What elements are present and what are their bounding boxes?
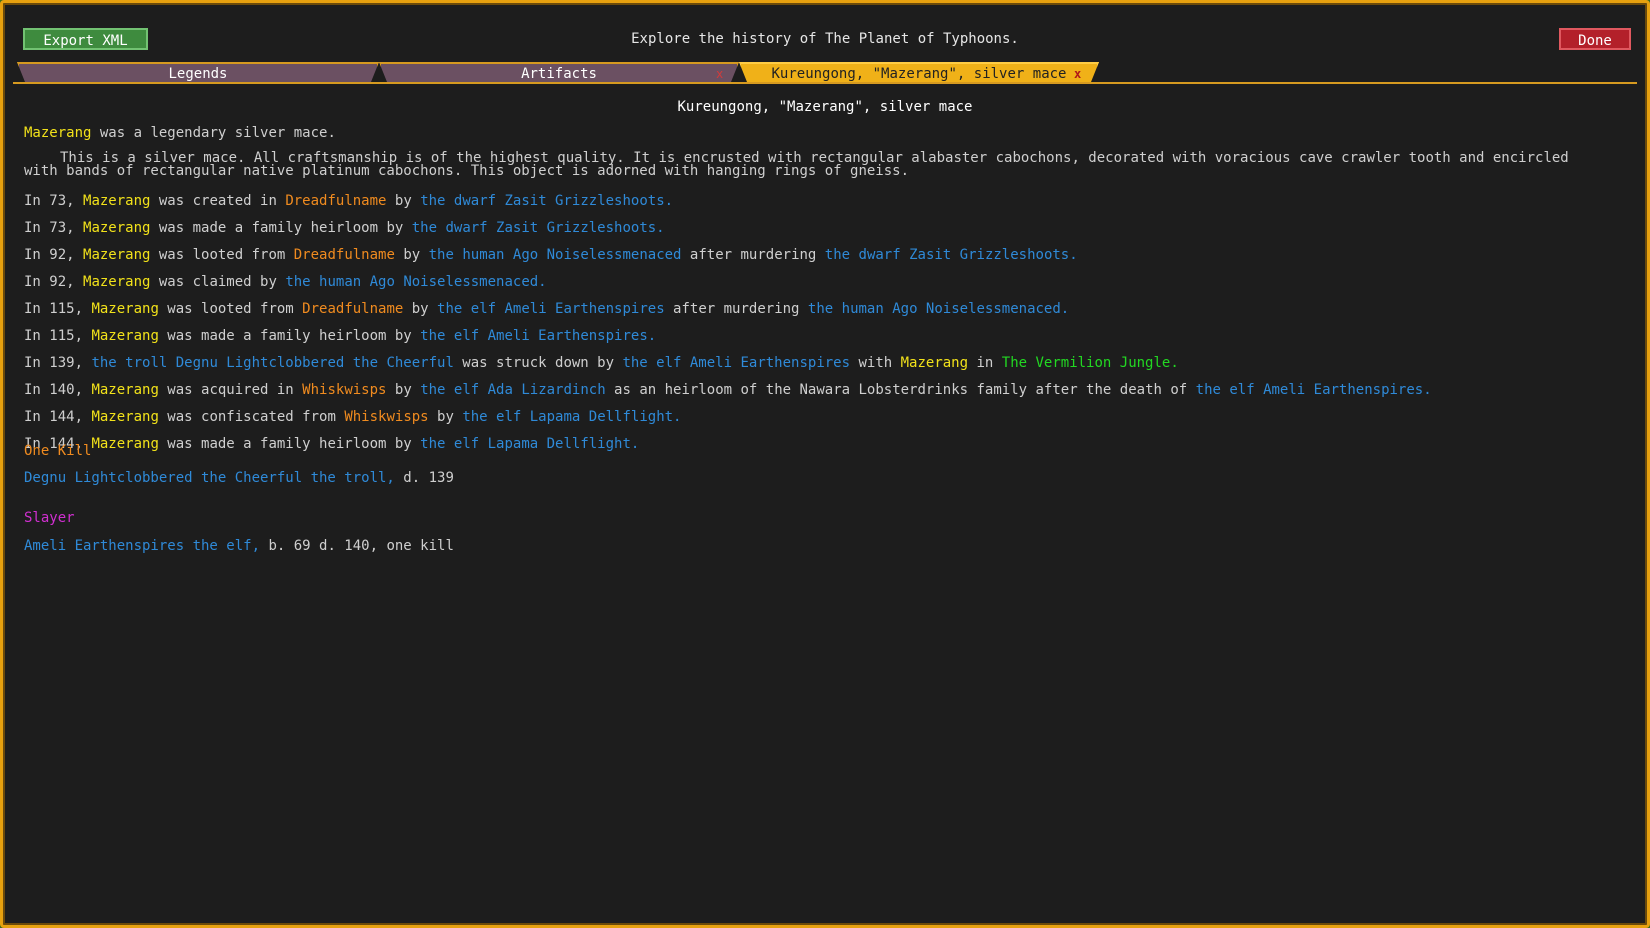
site-link[interactable]: Whiskwisps	[302, 382, 386, 398]
event-text: In 140,	[24, 382, 92, 398]
slayer-heading: Slayer	[24, 510, 75, 526]
kill-info: d. 139	[394, 470, 454, 486]
event-text: was confiscated from	[158, 409, 345, 425]
event-line: In 144, Mazerang was confiscated from Wh…	[24, 409, 681, 425]
artifact-link[interactable]: Mazerang	[91, 301, 158, 317]
event-text: In 139,	[24, 355, 92, 371]
artifact-link[interactable]: Mazerang	[901, 355, 968, 371]
event-text: by	[386, 382, 421, 398]
tab-mazerang-close-icon[interactable]: x	[1074, 64, 1081, 84]
event-line: In 115, Mazerang was made a family heirl…	[24, 328, 656, 344]
event-text: was looted from	[150, 247, 294, 263]
site-link[interactable]: Dreadfulname	[294, 247, 395, 263]
figure-link[interactable]: the elf Ameli Earthenspires	[437, 301, 665, 317]
kills-heading: One Kill	[24, 443, 92, 459]
event-text: was acquired in	[158, 382, 303, 398]
artifact-link[interactable]: Mazerang	[91, 382, 158, 398]
event-line: In 73, Mazerang was created in Dreadfuln…	[24, 193, 673, 209]
artifact-description: This is a silver mace. All craftsmanship…	[24, 150, 1569, 179]
event-text: as an heirloom of the Nawara Lobsterdrin…	[605, 382, 1196, 398]
figure-link[interactable]: the elf Lapama Dellflight.	[462, 409, 681, 425]
event-text: was made a family heirloom by	[150, 220, 412, 236]
figure-link[interactable]: the troll Degnu Lightclobbered the Cheer…	[91, 355, 453, 371]
event-text: after murdering	[664, 301, 808, 317]
artifact-link[interactable]: Mazerang	[24, 125, 91, 141]
artifact-link[interactable]: Mazerang	[83, 274, 150, 290]
tab-artifacts-label: Artifacts	[521, 66, 597, 82]
figure-link[interactable]: the dwarf Zasit Grizzleshoots.	[825, 247, 1078, 263]
kill-victim-link[interactable]: Degnu Lightclobbered the Cheerful the tr…	[24, 470, 395, 486]
region-link[interactable]: The Vermilion Jungle.	[1002, 355, 1179, 371]
site-link[interactable]: Whiskwisps	[344, 409, 428, 425]
event-text: In 73,	[24, 220, 84, 236]
kill-entry: Degnu Lightclobbered the Cheerful the tr…	[24, 470, 454, 486]
event-line: In 144, Mazerang was made a family heirl…	[24, 436, 639, 452]
figure-link[interactable]: the human Ago Noiselessmenaced	[429, 247, 682, 263]
figure-link[interactable]: the elf Ameli Earthenspires.	[1196, 382, 1432, 398]
event-line: In 115, Mazerang was looted from Dreadfu…	[24, 301, 1069, 317]
artifact-link[interactable]: Mazerang	[83, 193, 150, 209]
event-text: by	[403, 301, 438, 317]
site-link[interactable]: Dreadfulname	[285, 193, 386, 209]
event-text: after murdering	[681, 247, 825, 263]
figure-link[interactable]: the dwarf Zasit Grizzleshoots.	[412, 220, 665, 236]
event-line: In 92, Mazerang was claimed by the human…	[24, 274, 547, 290]
tab-artifacts[interactable]: Artifacts x	[379, 62, 739, 82]
tab-mazerang-label: Kureungong, "Mazerang", silver mace	[771, 66, 1067, 82]
event-text: was made a family heirloom by	[158, 328, 421, 344]
tab-mazerang[interactable]: Kureungong, "Mazerang", silver mace x	[739, 62, 1099, 82]
page-heading: Kureungong, "Mazerang", silver mace	[677, 99, 973, 115]
tab-legends[interactable]: Legends	[17, 62, 379, 82]
artifact-link[interactable]: Mazerang	[83, 220, 150, 236]
event-text: in	[968, 355, 1002, 371]
event-text: In 144,	[24, 409, 92, 425]
tab-artifacts-close-icon[interactable]: x	[716, 64, 723, 84]
tab-legends-label: Legends	[168, 66, 228, 82]
event-text: was made a family heirloom by	[158, 436, 421, 452]
legends-window: Export XML Explore the history of The Pl…	[0, 0, 1650, 928]
event-text: by	[428, 409, 463, 425]
event-text: was claimed by	[150, 274, 286, 290]
figure-link[interactable]: the elf Ada Lizardinch	[420, 382, 605, 398]
event-text: In 73,	[24, 193, 84, 209]
slayer-link[interactable]: Ameli Earthenspires the elf,	[24, 538, 260, 554]
figure-link[interactable]: the human Ago Noiselessmenaced.	[285, 274, 546, 290]
event-text: In 92,	[24, 247, 84, 263]
intro-line: Mazerang was a legendary silver mace.	[24, 125, 336, 141]
event-line: In 140, Mazerang was acquired in Whiskwi…	[24, 382, 1432, 398]
window-title: Explore the history of The Planet of Typ…	[631, 31, 1019, 47]
artifact-link[interactable]: Mazerang	[91, 436, 158, 452]
figure-link[interactable]: the elf Ameli Earthenspires	[622, 355, 850, 371]
artifact-link[interactable]: Mazerang	[83, 247, 150, 263]
figure-link[interactable]: the human Ago Noiselessmenaced.	[808, 301, 1069, 317]
tabbar-divider	[13, 82, 1637, 84]
event-line: In 73, Mazerang was made a family heirlo…	[24, 220, 665, 236]
artifact-link[interactable]: Mazerang	[91, 328, 158, 344]
event-text: was struck down by	[453, 355, 623, 371]
intro-text: was a legendary silver mace.	[91, 125, 336, 141]
event-line: In 139, the troll Degnu Lightclobbered t…	[24, 355, 1179, 371]
event-text: In 92,	[24, 274, 84, 290]
event-line: In 92, Mazerang was looted from Dreadful…	[24, 247, 1078, 263]
done-button[interactable]: Done	[1559, 28, 1631, 50]
event-text: was looted from	[158, 301, 303, 317]
event-text: In 115,	[24, 328, 92, 344]
event-text: with	[850, 355, 901, 371]
event-text: was created in	[150, 193, 286, 209]
site-link[interactable]: Dreadfulname	[302, 301, 403, 317]
figure-link[interactable]: the dwarf Zasit Grizzleshoots.	[420, 193, 673, 209]
slayer-info: b. 69 d. 140, one kill	[260, 538, 454, 554]
event-text: by	[394, 247, 429, 263]
figure-link[interactable]: the elf Ameli Earthenspires.	[420, 328, 656, 344]
figure-link[interactable]: the elf Lapama Dellflight.	[420, 436, 639, 452]
event-text: by	[386, 193, 421, 209]
event-text: In 115,	[24, 301, 92, 317]
artifact-link[interactable]: Mazerang	[91, 409, 158, 425]
slayer-entry: Ameli Earthenspires the elf, b. 69 d. 14…	[24, 538, 454, 554]
